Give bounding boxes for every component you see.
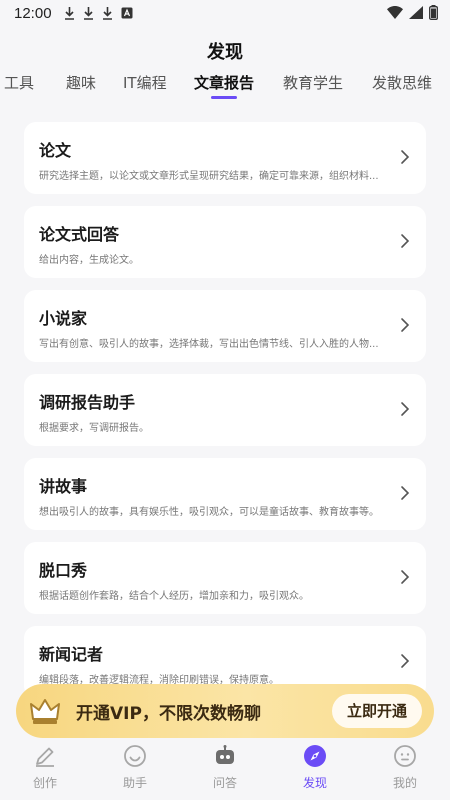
card-description: 想出吸引人的故事，具有娱乐性，吸引观众，可以是童话故事、教育故事等。 (39, 507, 379, 518)
crown-icon (28, 694, 62, 728)
nav-label: 创作 (32, 776, 57, 790)
face-icon (393, 744, 417, 768)
nav-label: 问答 (212, 776, 237, 790)
card-description: 写出有创意、吸引人的故事，选择体裁，写出出色情节线、引人入胜的人物... (39, 339, 379, 350)
card-description: 根据要求，写调研报告。 (39, 423, 149, 434)
card-description: 给出内容，生成论文。 (39, 255, 139, 266)
battery-icon (429, 5, 438, 24)
tab-divergent-thinking[interactable]: 发散思维 (372, 72, 432, 93)
tab-tools[interactable]: 工具 (4, 72, 34, 93)
nav-label: 发现 (302, 776, 327, 790)
vip-promo-text: 开通VIP，不限次数畅聊 (76, 704, 261, 724)
card-title: 脱口秀 (39, 561, 88, 580)
card-description: 研究选择主题，以论文或文章形式呈现研究结果，确定可靠来源，组织材料... (39, 171, 379, 182)
vip-banner[interactable]: 开通VIP，不限次数畅聊 立即开通 (16, 684, 434, 738)
card-novelist[interactable]: 小说家 写出有创意、吸引人的故事，选择体裁，写出出色情节线、引人入胜的人物... (24, 290, 426, 362)
chevron-right-icon (400, 485, 410, 505)
pencil-icon (33, 744, 57, 768)
active-tab-indicator (211, 96, 237, 99)
chevron-right-icon (400, 401, 410, 421)
chevron-right-icon (400, 569, 410, 589)
font-app-icon (121, 7, 133, 20)
card-research-report[interactable]: 调研报告助手 根据要求，写调研报告。 (24, 374, 426, 446)
card-paper[interactable]: 论文 研究选择主题，以论文或文章形式呈现研究结果，确定可靠来源，组织材料... (24, 122, 426, 194)
download-icon (102, 6, 113, 20)
tab-fun[interactable]: 趣味 (66, 72, 96, 93)
card-title: 新闻记者 (39, 645, 104, 664)
card-title: 讲故事 (39, 477, 88, 496)
nav-item-assistant[interactable]: 助手 (90, 740, 180, 800)
page-title: 发现 (207, 42, 243, 63)
smile-icon (123, 744, 147, 768)
wifi-icon (387, 6, 403, 23)
card-standup-comedy[interactable]: 脱口秀 根据话题创作套路，结合个人经历，增加亲和力，吸引观众。 (24, 542, 426, 614)
download-icon (83, 6, 94, 20)
tab-education[interactable]: 教育学生 (283, 72, 343, 93)
nav-item-create[interactable]: 创作 (0, 740, 90, 800)
nav-item-discover[interactable]: 发现 (270, 740, 360, 800)
open-vip-button[interactable]: 立即开通 (332, 694, 422, 728)
nav-item-qa[interactable]: 问答 (180, 740, 270, 800)
bottom-nav: 创作 助手 问答 发现 我的 (0, 740, 450, 800)
card-description: 根据话题创作套路，结合个人经历，增加亲和力，吸引观众。 (39, 591, 309, 602)
nav-item-mine[interactable]: 我的 (360, 740, 450, 800)
download-icon (64, 6, 75, 20)
chevron-right-icon (400, 653, 410, 673)
robot-icon (213, 744, 237, 768)
tab-article-report[interactable]: 文章报告 (194, 72, 254, 93)
status-time: 12:00 (14, 4, 52, 22)
chevron-right-icon (400, 149, 410, 169)
nav-label: 助手 (122, 776, 147, 790)
compass-icon (303, 744, 327, 768)
card-title: 调研报告助手 (39, 393, 136, 412)
card-title: 小说家 (39, 309, 88, 328)
nav-label: 我的 (392, 776, 417, 790)
card-storytelling[interactable]: 讲故事 想出吸引人的故事，具有娱乐性，吸引观众，可以是童话故事、教育故事等。 (24, 458, 426, 530)
signal-icon (409, 6, 423, 23)
card-title: 论文式回答 (39, 225, 120, 244)
chevron-right-icon (400, 233, 410, 253)
chevron-right-icon (400, 317, 410, 337)
card-title: 论文 (39, 141, 72, 160)
status-bar: 12:00 (0, 0, 450, 26)
tab-it-programming[interactable]: IT编程 (123, 72, 167, 93)
card-essay-answer[interactable]: 论文式回答 给出内容，生成论文。 (24, 206, 426, 278)
